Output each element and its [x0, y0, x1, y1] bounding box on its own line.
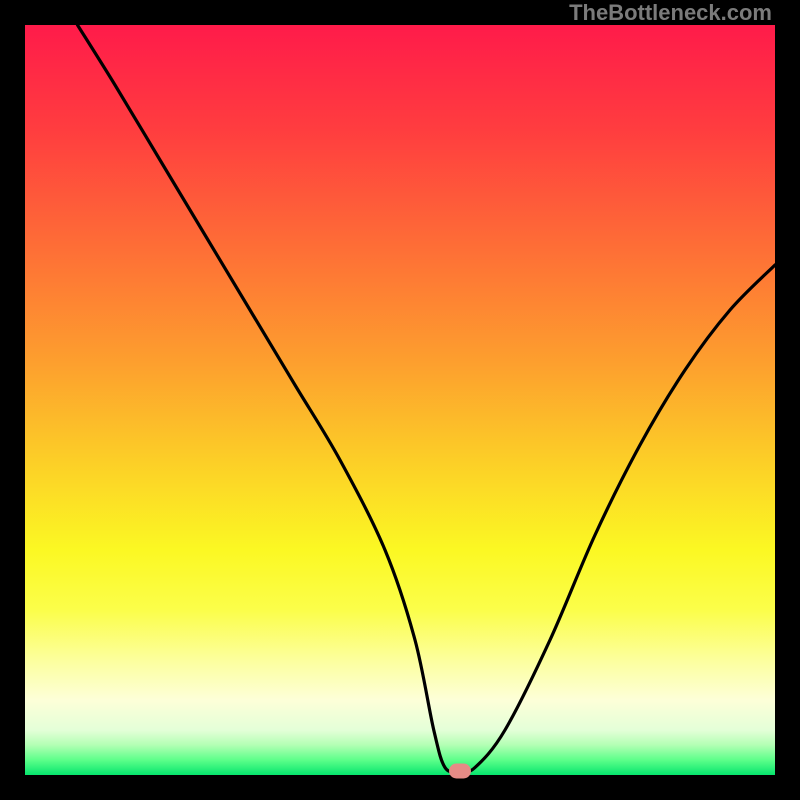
gradient-background [25, 25, 775, 775]
optimal-marker [449, 764, 471, 779]
watermark-text: TheBottleneck.com [569, 0, 772, 26]
